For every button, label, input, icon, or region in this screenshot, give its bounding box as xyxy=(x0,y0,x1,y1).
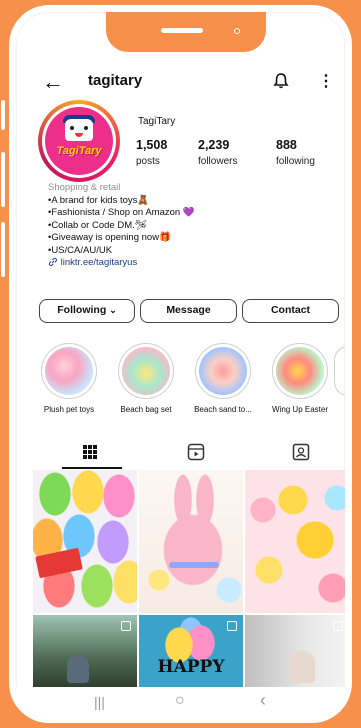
following-count: 888 xyxy=(276,138,297,152)
reel-icon xyxy=(333,621,343,631)
stat-followers[interactable]: 2,239 followers xyxy=(198,138,237,167)
bio-line: •Fashionista / Shop on Amazon 💜 xyxy=(48,207,195,218)
top-bar: ← tagitary ⋮ xyxy=(16,70,345,94)
followers-label: followers xyxy=(198,156,238,167)
highlight-cover xyxy=(199,347,247,395)
power-button xyxy=(1,222,5,277)
tagged-icon xyxy=(292,443,310,461)
grid-post[interactable]: HAPPY xyxy=(139,615,243,687)
reel-icon xyxy=(227,621,237,631)
easter-card-decoration xyxy=(35,547,83,579)
posts-count: 1,508 xyxy=(136,138,168,152)
highlight-cover xyxy=(276,347,324,395)
instagram-profile-screen: ← tagitary ⋮ TagiTary TagiTary 1,508 pos… xyxy=(16,12,345,716)
speaker xyxy=(161,28,203,33)
stat-posts[interactable]: 1,508 posts xyxy=(136,138,167,167)
reels-icon xyxy=(187,443,205,461)
ribbon-decoration xyxy=(169,562,219,568)
grid-post[interactable] xyxy=(139,470,243,613)
tab-reels[interactable] xyxy=(143,437,248,467)
bio-link[interactable]: linktr.ee/tagitaryus xyxy=(48,257,328,270)
highlight-label: Wing Up Easter xyxy=(271,405,329,414)
bio-line: •Giveaway is opening now🎁 xyxy=(48,232,171,243)
highlight-label: Plush pet toys xyxy=(43,405,95,414)
android-nav-bar: ||| ○ ‹ xyxy=(16,688,345,716)
grid-icon xyxy=(83,445,97,459)
highlight-cover xyxy=(122,347,170,395)
grid-post[interactable] xyxy=(245,470,345,613)
stat-following[interactable]: 888 following xyxy=(276,138,315,167)
happy-text: HAPPY xyxy=(157,657,225,677)
bio-line: •A brand for kids toys🧸 xyxy=(48,194,150,206)
more-options-icon[interactable]: ⋮ xyxy=(318,70,334,94)
highlight-item[interactable]: Plush pet toys xyxy=(38,343,100,414)
reel-icon xyxy=(121,621,131,631)
avatar[interactable]: TagiTary xyxy=(38,100,120,182)
bio: Shopping & retail •A brand for kids toys… xyxy=(48,182,328,270)
highlight-item[interactable]: Beach sand to... xyxy=(192,343,254,414)
followers-count: 2,239 xyxy=(198,138,230,152)
profile-tabs xyxy=(16,437,345,469)
back-arrow-icon[interactable]: ← xyxy=(42,70,64,94)
highlight-item[interactable]: Wing Up Easter xyxy=(269,343,331,414)
phone-frame: ← tagitary ⋮ TagiTary TagiTary 1,508 pos… xyxy=(9,5,352,723)
highlight-item[interactable]: Beach bag set xyxy=(115,343,177,414)
recent-apps-icon[interactable]: ||| xyxy=(94,694,105,710)
logo-face-icon xyxy=(65,119,93,141)
tab-grid[interactable] xyxy=(38,437,143,467)
posts-label: posts xyxy=(136,156,160,167)
home-icon[interactable]: ○ xyxy=(175,692,185,710)
chevron-down-icon: ⌄ xyxy=(109,305,117,315)
child-figure xyxy=(67,655,89,683)
bio-link-text: linktr.ee/tagitaryus xyxy=(60,257,138,268)
grid-post[interactable] xyxy=(245,615,345,687)
avatar-image: TagiTary xyxy=(45,107,113,175)
front-camera xyxy=(234,28,240,34)
profile-username: tagitary xyxy=(88,72,143,89)
child-figure xyxy=(289,651,315,683)
following-button[interactable]: Following ⌄ xyxy=(39,299,135,323)
bio-line: •Collab or Code DM.🛩 xyxy=(48,219,147,231)
phone-notch xyxy=(106,12,266,52)
contact-button[interactable]: Contact xyxy=(242,299,339,323)
volume-up-button xyxy=(1,100,5,130)
highlight-cover xyxy=(45,347,93,395)
bio-line: •US/CA/AU/UK xyxy=(48,244,113,256)
message-button[interactable]: Message xyxy=(140,299,237,323)
display-name: TagiTary xyxy=(138,116,176,127)
highlight-label: Beach sand to... xyxy=(194,405,252,414)
link-icon xyxy=(48,258,57,267)
volume-down-button xyxy=(1,152,5,207)
tab-tagged[interactable] xyxy=(248,437,345,467)
bell-icon[interactable] xyxy=(272,72,290,90)
bio-category: Shopping & retail xyxy=(48,182,121,193)
following-button-label: Following xyxy=(57,304,107,316)
avatar-logo-text: TagiTary xyxy=(56,145,102,157)
grid-post[interactable] xyxy=(33,615,137,687)
active-tab-indicator xyxy=(62,467,122,469)
following-label: following xyxy=(276,156,315,167)
nav-back-icon[interactable]: ‹ xyxy=(260,690,266,711)
highlight-label: Beach bag set xyxy=(120,405,172,414)
grid-post[interactable] xyxy=(33,470,137,613)
highlight-item-partial[interactable] xyxy=(334,346,345,396)
